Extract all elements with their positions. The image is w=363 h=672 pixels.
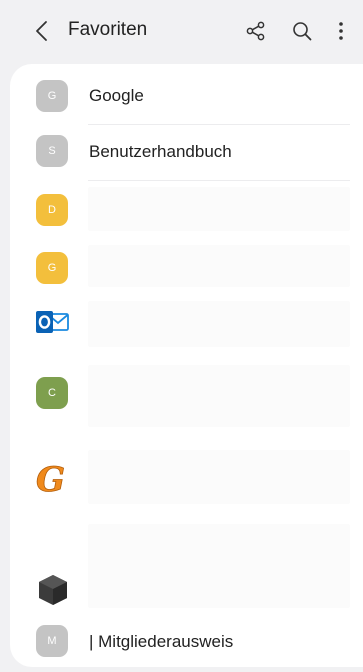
divider [88, 124, 350, 125]
search-icon [293, 22, 312, 41]
avatar: D [36, 194, 68, 226]
item-label: Google [89, 86, 144, 105]
more-options-button[interactable] [327, 17, 355, 45]
list-item-outlook[interactable] [10, 299, 363, 349]
item-label [88, 301, 350, 347]
search-button[interactable] [288, 17, 316, 45]
avatar: C [36, 377, 68, 409]
list-item[interactable] [10, 520, 363, 612]
avatar: M [36, 625, 68, 657]
chevron-left-icon [36, 21, 47, 41]
list-item[interactable]: D [10, 185, 363, 235]
item-label [88, 245, 350, 287]
more-vertical-icon [339, 22, 343, 40]
list-item-mitgliederausweis[interactable]: M | Mitgliederausweis [10, 619, 363, 663]
back-button[interactable] [30, 18, 52, 44]
divider [88, 180, 350, 181]
list-item[interactable]: G [10, 444, 363, 514]
avatar: S [36, 135, 68, 167]
list-item[interactable]: C [10, 357, 363, 435]
share-icon [246, 21, 265, 41]
page-title: Favoriten [68, 19, 148, 40]
outlook-icon [36, 311, 69, 333]
item-label: Benutzerhandbuch [89, 142, 232, 161]
avatar: G [36, 80, 68, 112]
item-label [88, 450, 350, 504]
list-item[interactable]: G [10, 243, 363, 291]
svg-text:G: G [36, 461, 65, 495]
cube-icon [39, 575, 67, 605]
list-item-benutzerhandbuch[interactable]: S Benutzerhandbuch [10, 129, 363, 173]
list-item-google[interactable]: G Google [10, 74, 363, 118]
share-button[interactable] [242, 17, 270, 45]
app-header: Favoriten [0, 0, 363, 64]
item-label [88, 187, 350, 231]
avatar: G [36, 252, 68, 284]
item-label [88, 365, 350, 427]
favorites-list: G Google S Benutzerhandbuch D G C G M | … [10, 64, 363, 667]
item-label [88, 524, 350, 608]
item-label: | Mitgliederausweis [89, 632, 234, 651]
gg-logo-icon: G [36, 461, 66, 495]
